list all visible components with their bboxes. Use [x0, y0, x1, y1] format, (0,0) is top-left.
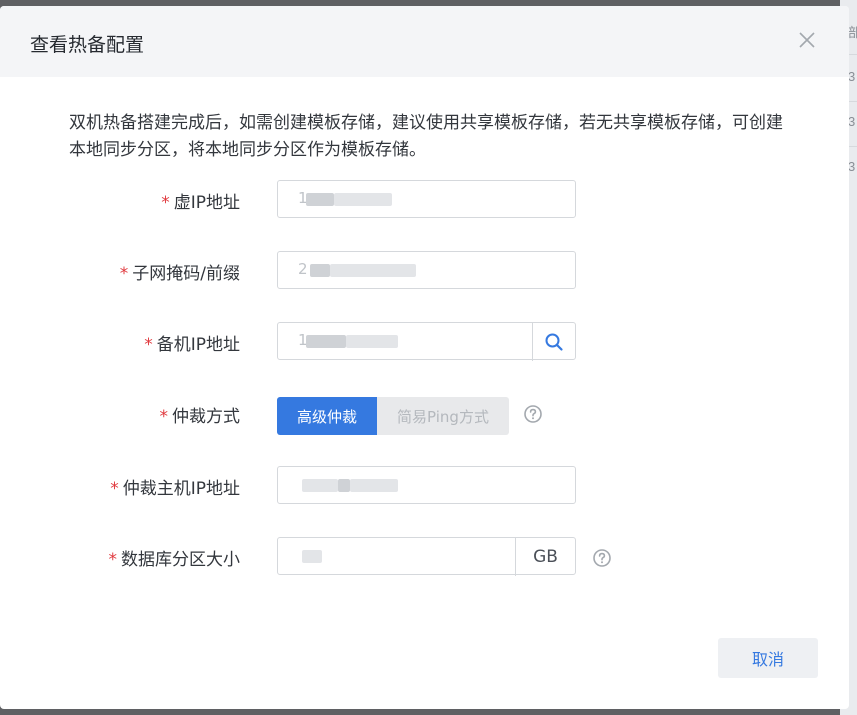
advanced-arbitration-option[interactable]: 高级仲裁 [277, 397, 377, 435]
arbitration-help-icon[interactable] [523, 404, 543, 424]
required-mark: * [161, 193, 170, 213]
arbitration-mode-switch: 高级仲裁 简易Ping方式 [277, 397, 509, 435]
background-cell: 3 [848, 114, 856, 129]
masked-value: 2 [298, 260, 308, 278]
cancel-button[interactable]: 取消 [718, 638, 818, 678]
redacted-block [330, 264, 416, 277]
required-mark: * [144, 335, 153, 355]
redacted-block [350, 479, 398, 492]
redacted-block [334, 193, 392, 206]
redacted-block [338, 479, 350, 492]
subnet-mask-label: * 子网掩码/前缀 [119, 264, 240, 284]
background-cell: 部 [848, 25, 857, 40]
redacted-block [306, 335, 346, 348]
dialog-description: 双机热备搭建完成后，如需创建模板存储，建议使用共享模板存储，若无共享模板存储，可… [69, 113, 783, 160]
virtual-ip-input[interactable]: 1 [277, 180, 576, 218]
backup-ip-input[interactable]: 1 [277, 322, 576, 361]
subnet-mask-input[interactable]: 2 [277, 251, 576, 289]
arbitration-host-ip-input[interactable] [277, 466, 576, 504]
required-mark: * [108, 550, 118, 570]
background-cell: 3 [848, 159, 856, 174]
dialog-title: 查看热备配置 [30, 34, 145, 56]
partition-size-help-icon[interactable] [592, 548, 612, 568]
simple-ping-option[interactable]: 简易Ping方式 [377, 397, 509, 435]
hot-standby-config-dialog: 查看热备配置 双机热备搭建完成后，如需创建模板存储，建议使用共享模板存储，若无共… [0, 6, 849, 709]
redacted-block [302, 479, 338, 492]
required-mark: * [110, 479, 119, 499]
virtual-ip-label: * 虚IP地址 [161, 193, 240, 213]
redacted-block [310, 264, 330, 277]
backup-ip-label: * 备机IP地址 [144, 335, 240, 355]
db-partition-size-label: * 数据库分区大小 [108, 550, 241, 570]
search-button[interactable] [532, 323, 575, 361]
arbitration-host-ip-label: * 仲裁主机IP地址 [110, 479, 240, 499]
arbitration-mode-label: * 仲裁方式 [159, 407, 241, 427]
unit-suffix: GB [515, 538, 575, 576]
db-partition-size-input[interactable]: GB [277, 537, 576, 576]
close-button[interactable] [796, 29, 818, 51]
close-icon [799, 32, 815, 48]
search-icon [545, 333, 563, 351]
redacted-block [302, 550, 322, 563]
dialog-header: 查看热备配置 [0, 6, 849, 77]
required-mark: * [159, 407, 169, 427]
redacted-block [346, 335, 398, 348]
background-cell: 3 [848, 69, 856, 84]
redacted-block [306, 193, 334, 206]
required-mark: * [119, 264, 129, 284]
